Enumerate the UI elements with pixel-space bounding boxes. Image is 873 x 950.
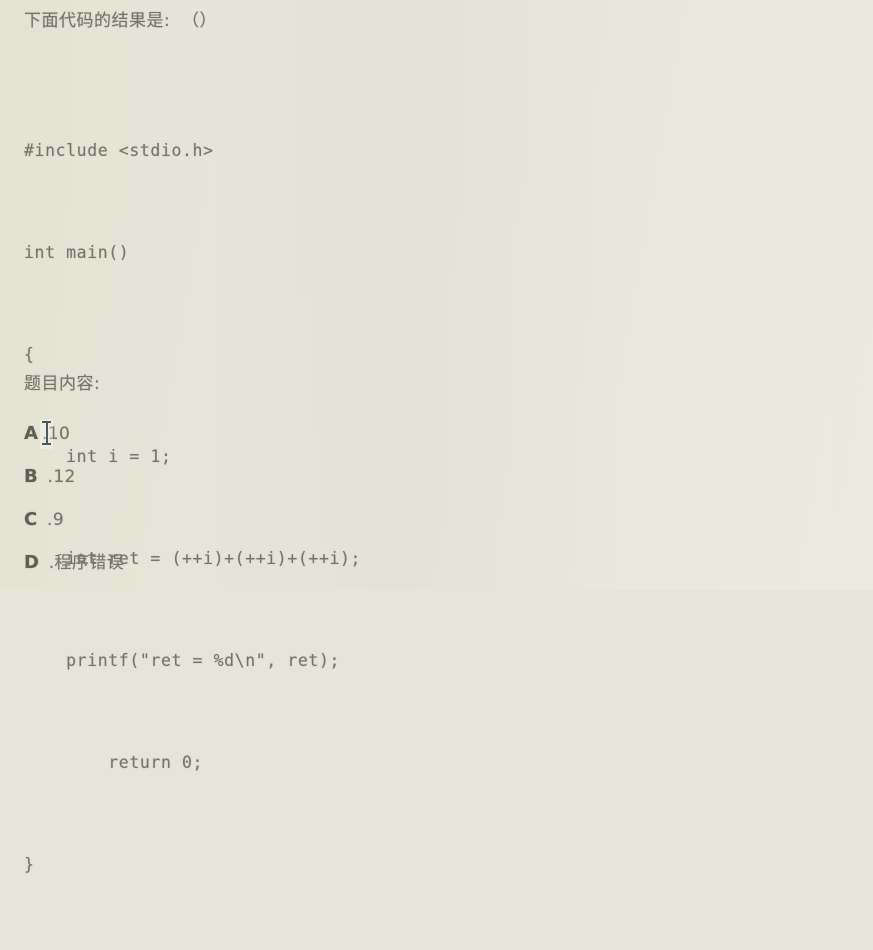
code-line: { xyxy=(24,345,35,364)
answer-options-list: A .10 B .12 C .9 D .程序错误 xyxy=(24,419,424,595)
section-label-question-content: 题目内容: xyxy=(24,374,101,394)
option-text: .10 xyxy=(41,424,71,444)
code-line: int main() xyxy=(24,243,130,262)
option-letter: C xyxy=(24,509,38,530)
option-letter: A xyxy=(24,423,38,444)
code-line: printf("ret = %d\n", ret); xyxy=(24,651,341,670)
scanned-question-page: 下面代码的结果是: （） #include <stdio.h> int main… xyxy=(0,0,873,874)
option-c[interactable]: C .9 xyxy=(24,509,424,552)
option-text: .9 xyxy=(41,510,65,530)
option-text: .12 xyxy=(41,467,76,487)
option-d[interactable]: D .程序错误 xyxy=(24,552,424,595)
code-line: } xyxy=(24,855,35,874)
code-line: #include <stdio.h> xyxy=(24,141,214,160)
option-b[interactable]: B .12 xyxy=(24,466,424,509)
question-prompt: 下面代码的结果是: （） xyxy=(24,11,218,31)
option-letter: B xyxy=(24,466,38,487)
option-text: .程序错误 xyxy=(42,553,125,573)
code-line: return 0; xyxy=(24,753,204,772)
option-letter: D xyxy=(24,552,39,573)
option-a[interactable]: A .10 xyxy=(24,419,424,466)
